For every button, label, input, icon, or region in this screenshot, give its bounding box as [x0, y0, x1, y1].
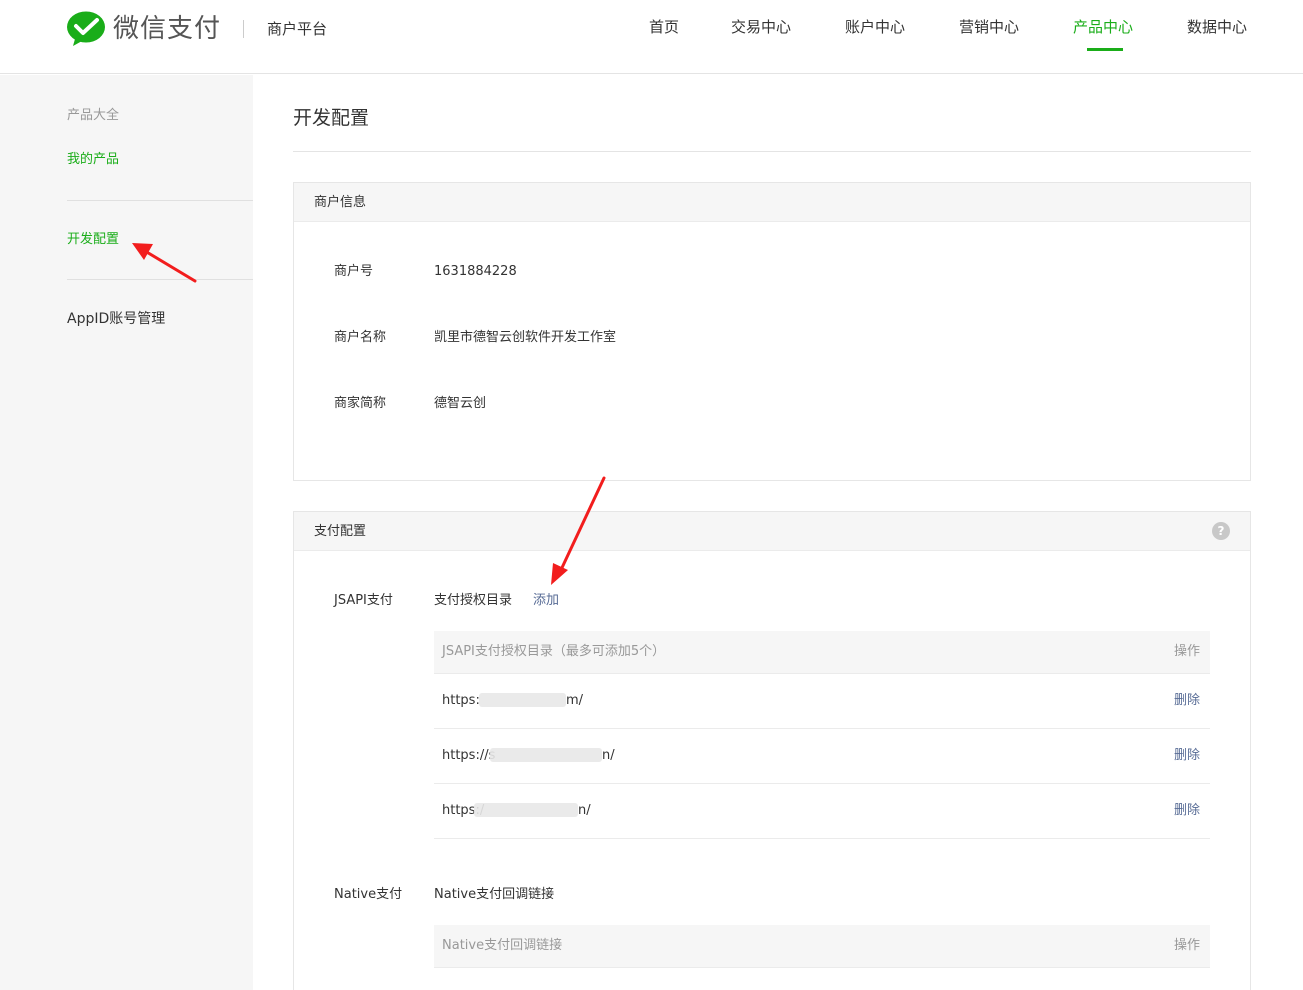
- add-auth-dir-link[interactable]: 添加: [533, 592, 559, 610]
- table-header-op: 操作: [1173, 938, 1200, 953]
- table-row: https:/ n/ 删除: [434, 784, 1210, 839]
- native-callback-table: Native支付回调链接 操作: [434, 925, 1210, 968]
- help-icon[interactable]: ?: [1212, 522, 1230, 540]
- auth-dir-url-suffix: n/: [602, 748, 615, 763]
- delete-link[interactable]: 删除: [1174, 747, 1200, 765]
- jsapi-auth-dir-table: JSAPI支付授权目录（最多可添加5个） 操作 https: m/ 删除 htt…: [434, 631, 1210, 839]
- nav-home[interactable]: 首页: [649, 16, 679, 38]
- redacted-blur: [474, 803, 578, 817]
- nav-marketing-center[interactable]: 营销中心: [959, 16, 1019, 38]
- jsapi-auth-dir-label: 支付授权目录: [434, 593, 513, 608]
- delete-link[interactable]: 删除: [1174, 802, 1200, 820]
- sidebar-item-appid-management[interactable]: AppID账号管理: [67, 310, 165, 328]
- auth-dir-url-suffix: n/: [578, 803, 591, 818]
- main-nav: 首页 交易中心 账户中心 营销中心 产品中心 数据中心: [0, 16, 1303, 56]
- sidebar-item-dev-config[interactable]: 开发配置: [67, 231, 119, 249]
- nav-trade-center[interactable]: 交易中心: [731, 16, 791, 38]
- jsapi-pay-label: JSAPI支付: [334, 593, 393, 608]
- nav-product-center[interactable]: 产品中心: [1073, 16, 1133, 38]
- table-header-url: JSAPI支付授权目录（最多可添加5个）: [442, 644, 666, 659]
- sidebar-divider: [67, 279, 253, 280]
- native-callback-label: Native支付回调链接: [434, 887, 555, 902]
- nav-data-center[interactable]: 数据中心: [1187, 16, 1247, 38]
- auth-dir-url-suffix: m/: [566, 693, 584, 708]
- merchant-name-value: 凯里市德智云创软件开发工作室: [434, 330, 617, 345]
- top-header: 微信支付 商户平台 首页 交易中心 账户中心 营销中心 产品中心 数据中心: [0, 0, 1303, 74]
- payment-config-header: 支付配置 ?: [294, 512, 1250, 551]
- table-header-url: Native支付回调链接: [442, 938, 563, 953]
- auth-dir-url-prefix: https://s: [442, 748, 496, 763]
- merchant-info-header: 商户信息: [294, 183, 1250, 222]
- nav-active-underline: [1087, 48, 1123, 51]
- payment-config-title: 支付配置: [314, 524, 367, 539]
- merchant-short-name-value: 德智云创: [434, 396, 487, 411]
- sidebar-item-my-products[interactable]: 我的产品: [67, 151, 119, 169]
- native-pay-label: Native支付: [334, 887, 403, 902]
- delete-link[interactable]: 删除: [1174, 692, 1200, 710]
- sidebar-divider: [67, 200, 253, 201]
- merchant-name-label: 商户名称: [334, 330, 387, 345]
- table-row: https://s n/ 删除: [434, 729, 1210, 784]
- page-title: 开发配置: [293, 107, 370, 129]
- redacted-blur: [479, 693, 566, 707]
- merchant-info-card: 商户信息 商户号 1631884228 商户名称 凯里市德智云创软件开发工作室 …: [293, 182, 1251, 481]
- sidebar-item-all-products[interactable]: 产品大全: [67, 107, 119, 125]
- auth-dir-url-prefix: https:: [442, 693, 480, 708]
- redacted-blur: [490, 748, 602, 762]
- sidebar: 产品大全 我的产品 开发配置 AppID账号管理: [0, 75, 253, 990]
- nav-account-center[interactable]: 账户中心: [845, 16, 905, 38]
- table-header: Native支付回调链接 操作: [434, 925, 1210, 968]
- merchant-id-label: 商户号: [334, 264, 374, 279]
- table-row: https: m/ 删除: [434, 674, 1210, 729]
- payment-config-card: 支付配置 ? JSAPI支付 支付授权目录 添加 JSAPI支付授权目录（最多可…: [293, 511, 1251, 990]
- title-divider: [293, 151, 1251, 152]
- table-header: JSAPI支付授权目录（最多可添加5个） 操作: [434, 631, 1210, 674]
- table-header-op: 操作: [1173, 644, 1200, 659]
- merchant-short-name-label: 商家简称: [334, 396, 387, 411]
- merchant-id-value: 1631884228: [434, 264, 517, 279]
